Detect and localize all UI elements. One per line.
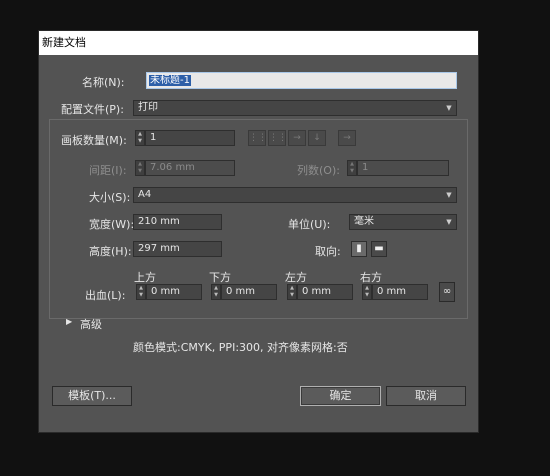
spacing-label: 间距(I): xyxy=(89,164,127,177)
new-document-dialog: 新建文档 名称(N): 未标题-1 配置文件(P): 打印 ▼ 画板数量(M):… xyxy=(38,30,479,433)
bleed-bottom-label: 下方 xyxy=(209,271,231,284)
advanced-toggle[interactable]: 高级 xyxy=(80,316,102,332)
height-input[interactable]: 297 mm xyxy=(133,241,222,257)
profile-select-value: 打印 xyxy=(138,102,158,113)
spacing-input[interactable]: 7.06 mm xyxy=(145,160,235,176)
chevron-down-icon: ▼ xyxy=(446,104,452,112)
name-input[interactable]: 未标题-1 xyxy=(146,72,457,89)
cancel-button[interactable]: 取消 xyxy=(386,386,466,406)
bleed-left-input[interactable]: 0 mm xyxy=(297,284,353,300)
artboard-count-label: 画板数量(M): xyxy=(61,134,127,147)
bleed-top-stepper[interactable]: ▲ ▼ xyxy=(136,284,146,300)
chevron-down-icon: ▼ xyxy=(446,218,452,226)
size-select-value: A4 xyxy=(138,189,152,200)
spacing-stepper[interactable]: ▲ ▼ xyxy=(135,160,145,176)
arrange-by-column-icon[interactable]: ↓ xyxy=(308,130,326,146)
width-label: 宽度(W): xyxy=(89,218,135,231)
profile-select[interactable]: 打印 ▼ xyxy=(133,100,457,116)
grid-by-row-icon[interactable]: ⋮⋮ xyxy=(248,130,267,146)
bleed-left-label: 左方 xyxy=(285,271,307,284)
columns-label: 列数(O): xyxy=(297,164,340,177)
color-mode-info: 颜色模式:CMYK, PPI:300, 对齐像素网格:否 xyxy=(133,341,348,354)
units-select-value: 毫米 xyxy=(354,216,374,227)
units-label: 单位(U): xyxy=(288,218,331,231)
artboard-count-stepper[interactable]: ▲ ▼ xyxy=(135,130,145,146)
bleed-right-input[interactable]: 0 mm xyxy=(372,284,428,300)
bleed-bottom-stepper[interactable]: ▲ ▼ xyxy=(211,284,221,300)
orientation-label: 取向: xyxy=(315,245,341,258)
dialog-title: 新建文档 xyxy=(39,31,478,55)
grid-by-column-icon[interactable]: ⋮⋮ xyxy=(268,130,287,146)
artboard-count-input[interactable]: 1 xyxy=(145,130,235,146)
units-select[interactable]: 毫米 ▼ xyxy=(349,214,457,230)
height-label: 高度(H): xyxy=(89,245,132,258)
templates-button[interactable]: 模板(T)... xyxy=(52,386,132,406)
portrait-orientation-icon[interactable]: ▮ xyxy=(351,241,367,257)
columns-stepper[interactable]: ▲ ▼ xyxy=(347,160,357,176)
ok-button[interactable]: 确定 xyxy=(300,386,381,406)
landscape-orientation-icon[interactable]: ▬ xyxy=(371,241,387,257)
bleed-right-label: 右方 xyxy=(360,271,382,284)
right-to-left-icon[interactable]: → xyxy=(338,130,356,146)
bleed-left-stepper[interactable]: ▲ ▼ xyxy=(287,284,297,300)
size-select[interactable]: A4 ▼ xyxy=(133,187,457,203)
arrange-by-row-icon[interactable]: → xyxy=(288,130,306,146)
bleed-label: 出血(L): xyxy=(85,289,126,302)
columns-input[interactable]: 1 xyxy=(357,160,449,176)
expand-triangle-icon[interactable]: ▶ xyxy=(66,317,72,326)
size-label: 大小(S): xyxy=(89,191,131,204)
width-input[interactable]: 210 mm xyxy=(133,214,222,230)
bleed-top-label: 上方 xyxy=(134,271,156,284)
name-input-value: 未标题-1 xyxy=(149,75,191,86)
bleed-top-input[interactable]: 0 mm xyxy=(146,284,202,300)
link-icon[interactable]: ∞ xyxy=(439,282,455,302)
chevron-down-icon: ▼ xyxy=(446,191,452,199)
name-label: 名称(N): xyxy=(82,76,125,89)
bleed-right-stepper[interactable]: ▲ ▼ xyxy=(362,284,372,300)
profile-label: 配置文件(P): xyxy=(61,103,124,116)
bleed-bottom-input[interactable]: 0 mm xyxy=(221,284,277,300)
